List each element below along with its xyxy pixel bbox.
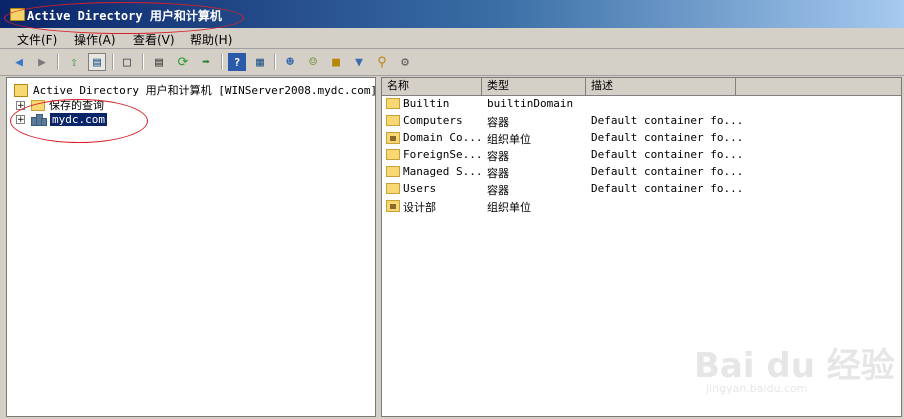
list-item-description: Default container fo... [591, 165, 744, 178]
console-tree-pane[interactable]: Active Directory 用户和计算机 [WINServer2008.m… [6, 77, 377, 417]
expand-icon[interactable]: + [16, 115, 25, 125]
list-item[interactable]: 设计部 组织单位 [382, 198, 901, 215]
list-item-description: Default container fo... [591, 182, 744, 195]
menu-bar: 文件(F) 操作(A) 查看(V) 帮助(H) [0, 28, 904, 49]
action-pane-icon[interactable]: ▦ [251, 53, 269, 71]
folder-icon [31, 99, 45, 111]
toolbar-separator [57, 54, 59, 70]
column-header-type[interactable]: 类型 [482, 78, 586, 95]
watermark-brand: Bai du 经验 [694, 346, 895, 386]
list-item-type: builtinDomain [487, 97, 574, 110]
list-item-type: 容器 [487, 184, 509, 197]
list-item[interactable]: Computers 容器 Default container fo... [382, 113, 901, 130]
list-item[interactable]: Domain Co... 组织单位 Default container fo... [382, 130, 901, 147]
menu-action[interactable]: 操作(A) [74, 31, 116, 48]
list-item-name: ForeignSe... [403, 148, 481, 161]
list-item-description: Default container fo... [591, 131, 744, 144]
toolbar-separator [221, 54, 223, 70]
list-item-type: 容器 [487, 150, 509, 163]
column-header-description[interactable]: 描述 [586, 78, 736, 95]
list-item-type: 容器 [487, 167, 509, 180]
list-item-description: Default container fo... [591, 114, 744, 127]
list-item[interactable]: Builtin builtinDomain [382, 96, 901, 113]
export-list-icon[interactable]: ➡ [197, 53, 215, 71]
find-icon[interactable]: ⚲ [373, 53, 391, 71]
properties-icon[interactable]: ▤ [150, 53, 168, 71]
watermark-url: jingyan.baidu.com [706, 382, 808, 395]
tree-item-label: 保存的查询 [49, 99, 104, 112]
delete-icon[interactable]: □ [118, 53, 136, 71]
toolbar-separator [112, 54, 114, 70]
tree-root[interactable]: Active Directory 用户和计算机 [WINServer2008.m… [14, 82, 377, 98]
tree-item-label: mydc.com [50, 113, 107, 126]
menu-help[interactable]: 帮助(H) [190, 31, 232, 48]
tree-root-label: Active Directory 用户和计算机 [WINServer2008.m… [33, 84, 378, 97]
organizational-unit-icon [386, 200, 400, 212]
folder-icon [386, 98, 400, 109]
help-icon[interactable]: ? [228, 53, 246, 71]
list-item-type: 组织单位 [487, 201, 531, 214]
title-bar: Active Directory 用户和计算机 [0, 0, 904, 28]
list-item[interactable]: Users 容器 Default container fo... [382, 181, 901, 198]
list-item-name: Domain Co... [403, 131, 481, 144]
column-header-name[interactable]: 名称 [382, 78, 482, 95]
list-item-description: Default container fo... [591, 148, 744, 161]
domain-icon [31, 113, 47, 126]
list-item[interactable]: ForeignSe... 容器 Default container fo... [382, 147, 901, 164]
toolbar: ◀ ▶ ⇧ ▤ □ ▤ ⟳ ➡ ? ▦ ☻ ☺ ■ ▼ ⚲ ⚙ [0, 49, 904, 76]
window-title: Active Directory 用户和计算机 [27, 9, 222, 23]
folder-icon [386, 149, 400, 160]
forward-arrow-icon[interactable]: ▶ [33, 53, 51, 71]
ad-users-computers-icon [14, 83, 28, 97]
list-item[interactable]: Managed S... 容器 Default container fo... [382, 164, 901, 181]
toolbar-separator [142, 54, 144, 70]
folder-icon [10, 8, 25, 21]
menu-file[interactable]: 文件(F) [17, 31, 57, 48]
list-header: 名称 类型 描述 [382, 78, 901, 96]
filter-icon[interactable]: ▼ [350, 53, 368, 71]
new-ou-icon[interactable]: ■ [327, 53, 345, 71]
new-group-icon[interactable]: ☺ [304, 53, 322, 71]
show-hide-console-tree-icon[interactable]: ▤ [88, 53, 106, 71]
refresh-icon[interactable]: ⟳ [174, 53, 192, 71]
list-item-name: Users [403, 182, 437, 195]
up-folder-icon[interactable]: ⇧ [65, 53, 83, 71]
list-item-type: 组织单位 [487, 133, 531, 146]
tree-item-domain[interactable]: + mydc.com [16, 113, 107, 126]
list-item-type: 容器 [487, 116, 509, 129]
folder-icon [386, 183, 400, 194]
folder-icon [386, 166, 400, 177]
delegate-icon[interactable]: ⚙ [396, 53, 414, 71]
new-user-icon[interactable]: ☻ [281, 53, 299, 71]
list-item-name: 设计部 [403, 201, 436, 214]
list-item-name: Builtin [403, 97, 450, 110]
toolbar-separator [274, 54, 276, 70]
tree-item-saved-queries[interactable]: + 保存的查询 [16, 97, 104, 113]
folder-icon [386, 115, 400, 126]
list-item-name: Computers [403, 114, 463, 127]
list-item-name: Managed S... [403, 165, 481, 178]
menu-view[interactable]: 查看(V) [133, 31, 175, 48]
organizational-unit-icon [386, 132, 400, 144]
back-arrow-icon[interactable]: ◀ [10, 53, 28, 71]
expand-icon[interactable]: + [16, 100, 25, 110]
